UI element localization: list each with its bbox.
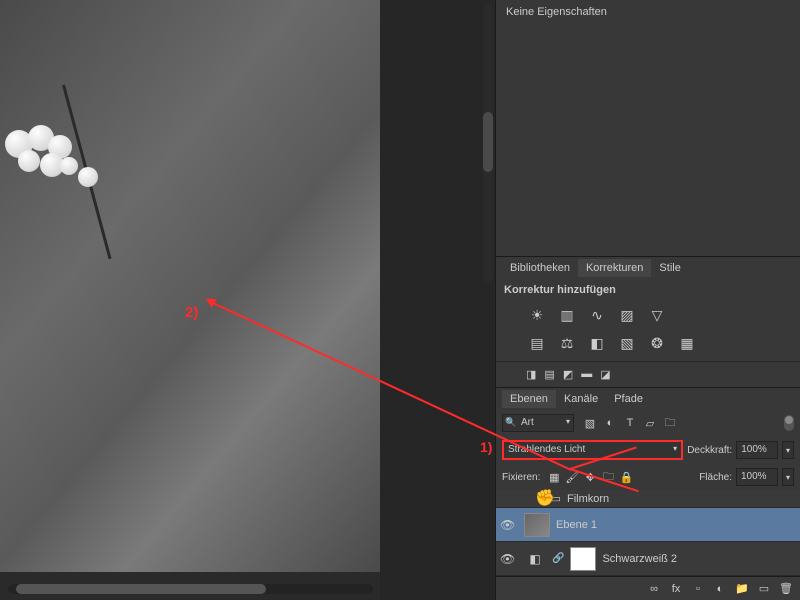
layer-mask-thumbnail[interactable] — [570, 547, 596, 571]
layer-thumbnail[interactable] — [524, 513, 550, 537]
layer-name-label[interactable]: Ebene 1 — [556, 519, 597, 531]
adjustment-layer-icon[interactable]: ◧ — [524, 548, 546, 570]
layer-fx-icon[interactable]: fx — [668, 582, 684, 596]
right-panels: Keine Eigenschaften Bibliotheken Korrekt… — [495, 0, 800, 600]
filter-toggle-switch[interactable] — [784, 415, 794, 431]
threshold-icon[interactable]: ◩ — [563, 368, 573, 381]
selective-color-icon[interactable]: ◪ — [600, 368, 610, 381]
mask-link-icon[interactable]: 🔗 — [552, 553, 564, 564]
lock-label: Fixieren: — [502, 472, 540, 483]
adjustments-icon-grid-2: ▤ ⚖ ◧ ▧ ❂ ▦ — [496, 329, 800, 357]
layer-filter-row: Art ▧ ◐ T ▱ 🗀 — [496, 410, 800, 436]
horizontal-scrollbar-thumb[interactable] — [16, 584, 266, 594]
visibility-icon[interactable]: 👁 — [500, 552, 518, 566]
tab-stile[interactable]: Stile — [651, 259, 688, 277]
filter-pixel-icon[interactable]: ▧ — [582, 416, 598, 430]
photo-filter-icon[interactable]: ▧ — [616, 333, 638, 353]
hue-sat-icon[interactable]: ▤ — [526, 333, 548, 353]
blend-mode-row: Strahlendes Licht Deckkraft: 100% ▾ — [496, 436, 800, 464]
properties-panel: Keine Eigenschaften — [496, 0, 800, 256]
channel-mixer-icon[interactable]: ❂ — [646, 333, 668, 353]
canvas-pasteboard — [380, 0, 495, 600]
vertical-scrollbar[interactable] — [483, 2, 493, 282]
vibrance-icon[interactable]: ▽ — [646, 305, 668, 325]
fill-dropdown-icon[interactable]: ▾ — [782, 468, 794, 486]
lock-artboard-icon[interactable]: 🗀 — [600, 470, 616, 485]
brightness-contrast-icon[interactable]: ☀ — [526, 305, 548, 325]
tab-pfade[interactable]: Pfade — [606, 390, 651, 408]
lock-all-icon[interactable]: 🔒 — [618, 470, 634, 485]
color-lookup-icon[interactable]: ▦ — [676, 333, 698, 353]
opacity-label: Deckkraft: — [687, 445, 732, 456]
lock-row: Fixieren: ▦ 🖌 ✥ 🗀 🔒 Fläche: 100% ▾ — [496, 464, 800, 490]
lock-position-icon[interactable]: ✥ — [582, 470, 598, 485]
filter-type-icon[interactable]: T — [622, 416, 638, 430]
filter-shape-icon[interactable]: ▱ — [642, 416, 658, 430]
posterize-icon[interactable]: ▤ — [544, 368, 554, 381]
adjustments-add-label: Korrektur hinzufügen — [496, 279, 800, 301]
adjustments-panel: Bibliotheken Korrekturen Stile Korrektur… — [496, 256, 800, 387]
exposure-icon[interactable]: ▨ — [616, 305, 638, 325]
vertical-scrollbar-thumb[interactable] — [483, 112, 493, 172]
adjustments-icon-grid-3: ◨ ▤ ◩ ▬ ◪ — [496, 361, 800, 387]
layer-row-selected[interactable]: 👁 Ebene 1 — [496, 508, 800, 542]
layer-group-label: Filmkorn — [567, 493, 609, 505]
opacity-dropdown-icon[interactable]: ▾ — [782, 441, 794, 459]
filter-adjust-icon[interactable]: ◐ — [602, 416, 618, 430]
new-adjustment-icon[interactable]: ◐ — [712, 582, 728, 596]
lock-pixels-icon[interactable]: 🖌 — [564, 470, 580, 485]
layer-row[interactable]: 👁 ◧ 🔗 Schwarzweiß 2 — [496, 542, 800, 576]
tab-kanaele[interactable]: Kanäle — [556, 390, 606, 408]
tab-bibliotheken[interactable]: Bibliotheken — [502, 259, 578, 277]
new-layer-icon[interactable]: ▭ — [756, 582, 772, 596]
fill-label: Fläche: — [699, 472, 732, 483]
document-image[interactable] — [0, 0, 380, 572]
visibility-icon[interactable]: 👁 — [500, 518, 518, 532]
tab-ebenen[interactable]: Ebenen — [502, 390, 556, 408]
canvas-area[interactable] — [0, 0, 495, 600]
add-mask-icon[interactable]: ▫ — [690, 582, 706, 596]
horizontal-scrollbar[interactable] — [8, 584, 373, 594]
filter-type-select[interactable]: Art — [502, 414, 574, 432]
filter-smart-icon[interactable]: 🗀 — [662, 416, 678, 430]
gradient-map-icon[interactable]: ▬ — [581, 368, 592, 381]
delete-layer-icon[interactable]: 🗑 — [778, 582, 794, 596]
lock-transparency-icon[interactable]: ▦ — [546, 470, 562, 485]
fill-input[interactable]: 100% — [736, 468, 778, 486]
layers-footer: ∞ fx ▫ ◐ 📁 ▭ 🗑 — [496, 576, 800, 600]
link-layers-icon[interactable]: ∞ — [646, 582, 662, 596]
curves-icon[interactable]: ∿ — [586, 305, 608, 325]
levels-icon[interactable]: ▥ — [556, 305, 578, 325]
bw-icon[interactable]: ◧ — [586, 333, 608, 353]
color-balance-icon[interactable]: ⚖ — [556, 333, 578, 353]
blend-mode-select[interactable]: Strahlendes Licht — [502, 440, 683, 460]
branch-stem — [0, 0, 13, 452]
invert-icon[interactable]: ◨ — [526, 368, 536, 381]
layers-tabs: Ebenen Kanäle Pfade — [496, 388, 800, 410]
tab-korrekturen[interactable]: Korrekturen — [578, 259, 651, 277]
new-group-icon[interactable]: 📁 — [734, 582, 750, 596]
properties-empty-label: Keine Eigenschaften — [496, 0, 800, 24]
layer-name-label[interactable]: Schwarzweiß 2 — [602, 553, 677, 565]
adjustments-tabs: Bibliotheken Korrekturen Stile — [496, 257, 800, 279]
drag-cursor-icon: ✊ — [535, 488, 555, 508]
adjustments-icon-grid: ☀ ▥ ∿ ▨ ▽ — [496, 301, 800, 329]
opacity-input[interactable]: 100% — [736, 441, 778, 459]
